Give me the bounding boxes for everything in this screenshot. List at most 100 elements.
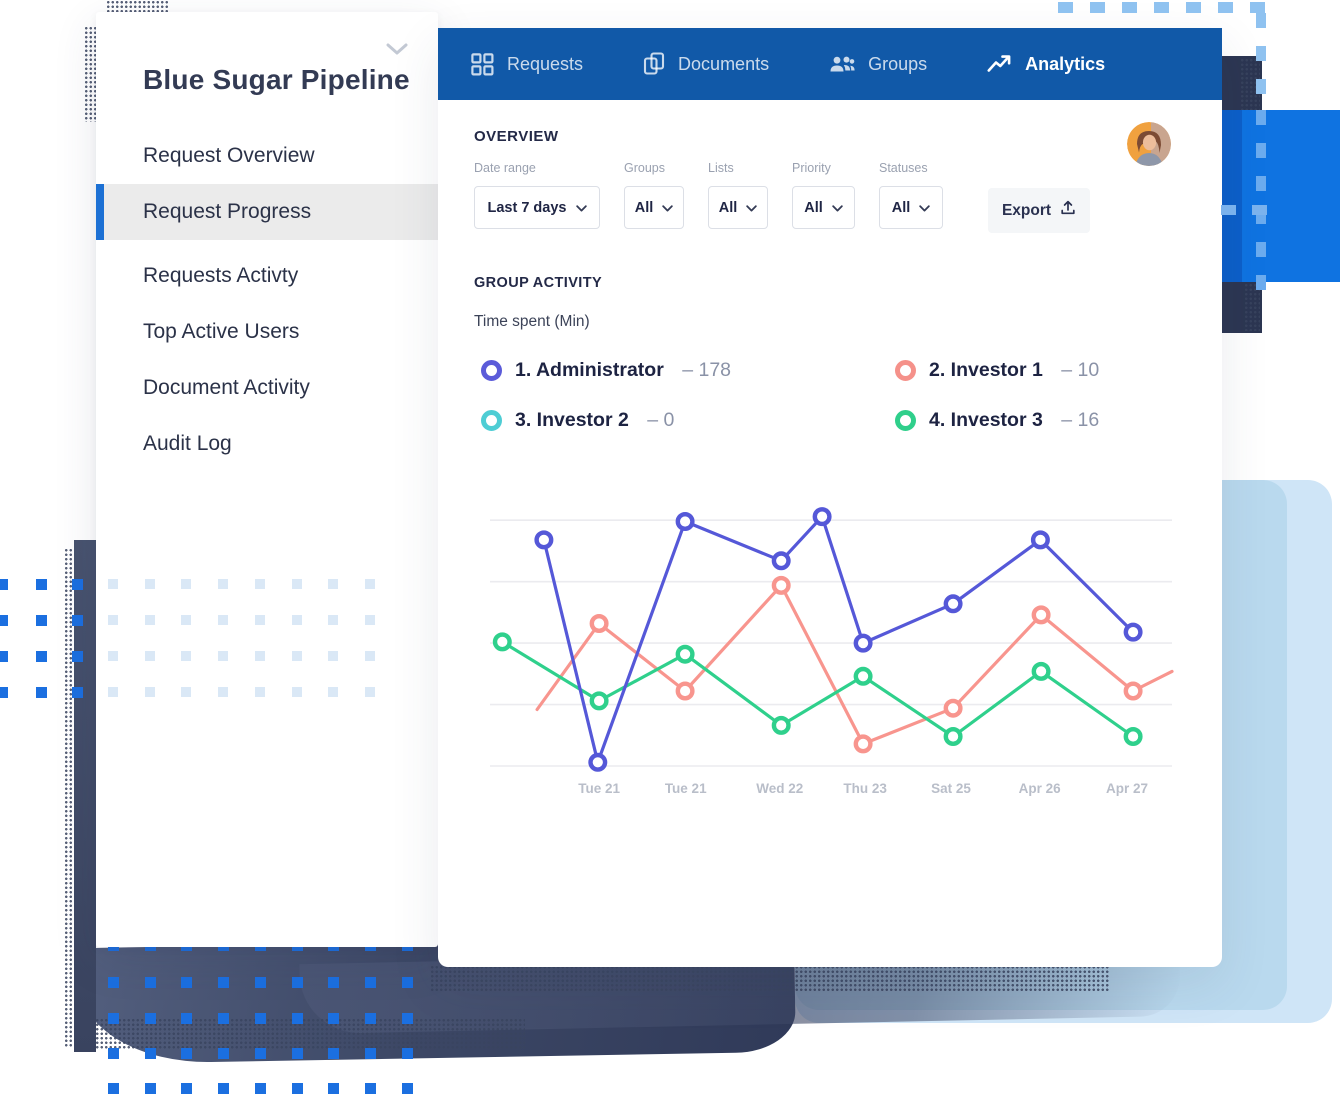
decor-dot	[402, 1048, 413, 1059]
legend-item-investor-1[interactable]: 2. Investor 1 – 10	[895, 350, 1225, 391]
sidebar-item-requests-activty[interactable]: Requests Activty	[96, 248, 438, 304]
legend-item-investor-3[interactable]: 4. Investor 3 – 16	[895, 400, 1225, 441]
decor-dot	[72, 579, 83, 590]
x-axis-label: Thu 23	[843, 781, 887, 796]
chart-dot-1-administrator	[815, 509, 830, 524]
grid-icon	[471, 53, 494, 76]
chart-dot-1-administrator	[856, 636, 871, 651]
chevron-down-icon	[832, 200, 843, 216]
decor-dot	[365, 977, 376, 988]
decor-halftone	[430, 965, 1110, 991]
decor-dot	[255, 579, 265, 589]
chart-dot-4-investor-3	[678, 647, 693, 662]
chart-dot-2-investor-1	[1034, 608, 1049, 623]
sidebar-menu: Request Overview Request Progress Requests…	[96, 128, 438, 472]
decor-dot	[365, 687, 375, 697]
decor-dot	[292, 1013, 303, 1024]
decor-dot	[0, 579, 8, 590]
chart-dot-2-investor-1	[774, 578, 789, 593]
filter-dropdown-date-range[interactable]: Last 7 days	[474, 186, 600, 229]
decor-dot	[292, 1083, 303, 1094]
chart-dot-4-investor-3	[774, 718, 789, 733]
filter-label: Priority	[792, 161, 855, 175]
chart-container: Tue 21Tue 21Wed 22Thu 23Sat 25Apr 26Apr …	[488, 490, 1174, 806]
group-activity-subtitle: Time spent (Min)	[474, 313, 590, 331]
x-axis-label: Apr 27	[1106, 781, 1148, 796]
tab-analytics[interactable]: Analytics	[987, 54, 1105, 75]
chart-dot-1-administrator	[537, 533, 552, 548]
decor-dot	[328, 687, 338, 697]
decor-halftone	[95, 1018, 525, 1050]
x-axis-label: Wed 22	[756, 781, 803, 796]
legend-item-administrator[interactable]: 1. Administrator – 178	[481, 350, 895, 391]
overview-heading: OVERVIEW	[474, 128, 559, 145]
decor-dot	[255, 1083, 266, 1094]
tab-requests[interactable]: Requests	[471, 53, 583, 76]
x-axis-label: Sat 25	[931, 781, 971, 796]
chart-dot-4-investor-3	[1034, 664, 1049, 679]
legend-value: – 10	[1056, 359, 1099, 382]
sidebar-item-request-progress[interactable]: Request Progress	[96, 184, 438, 240]
chart-dot-2-investor-1	[592, 616, 607, 631]
tab-label: Analytics	[1025, 54, 1105, 75]
filter-dropdown-lists[interactable]: All	[708, 186, 768, 229]
legend-name: 2. Investor 1	[929, 359, 1043, 382]
sidebar-item-label: Document Activity	[143, 376, 310, 400]
decor-dot	[108, 1048, 119, 1059]
chevron-down-icon	[662, 200, 673, 216]
legend-item-investor-2[interactable]: 3. Investor 2 – 0	[481, 400, 895, 441]
tab-groups[interactable]: Groups	[829, 54, 927, 75]
decor-dot	[181, 1083, 192, 1094]
decor-dot	[145, 579, 155, 589]
top-nav: Requests Documents Groups Analytics	[438, 28, 1222, 100]
filter-value: All	[804, 200, 823, 216]
sidebar-item-document-activity[interactable]: Document Activity	[96, 360, 438, 416]
avatar[interactable]	[1127, 122, 1171, 166]
decor-dot	[108, 1013, 119, 1024]
decor-dot	[255, 651, 265, 661]
decor-dot	[218, 651, 228, 661]
filter-label: Statuses	[879, 161, 943, 175]
decor-dot	[36, 579, 47, 590]
filter-dropdown-statuses[interactable]: All	[879, 186, 943, 229]
filter-priority: Priority All	[792, 161, 855, 229]
copy-icon	[643, 52, 665, 76]
decor-dot	[365, 1083, 376, 1094]
tab-label: Requests	[507, 54, 583, 75]
filter-bar: Date rangeLast 7 daysGroupsAllListsAllPr…	[474, 161, 943, 229]
sidebar-item-top-active-users[interactable]: Top Active Users	[96, 304, 438, 360]
decor-dot	[36, 651, 47, 662]
chevron-down-icon[interactable]	[386, 42, 408, 60]
decor-dot	[72, 615, 83, 626]
chart-dot-1-administrator	[1126, 625, 1141, 640]
tab-label: Documents	[678, 54, 769, 75]
x-axis-label: Tue 21	[578, 781, 620, 796]
decor-dot	[181, 977, 192, 988]
chart-dot-2-investor-1	[856, 737, 871, 752]
decor-dot	[292, 1048, 303, 1059]
decor-dot	[402, 1013, 413, 1024]
x-axis-label: Apr 26	[1019, 781, 1062, 796]
sidebar-item-label: Audit Log	[143, 432, 232, 456]
decor-dot	[255, 687, 265, 697]
decor-dot	[181, 615, 191, 625]
sidebar-item-audit-log[interactable]: Audit Log	[96, 416, 438, 472]
decor-dot	[365, 579, 375, 589]
legend-ring-icon	[895, 410, 916, 431]
tab-documents[interactable]: Documents	[643, 52, 769, 76]
decor-dot	[36, 615, 47, 626]
decor-dot	[292, 651, 302, 661]
filter-dropdown-priority[interactable]: All	[792, 186, 855, 229]
decor-bright-blue-rect	[1222, 110, 1340, 282]
decor-dot	[255, 615, 265, 625]
filter-dropdown-groups[interactable]: All	[624, 186, 684, 229]
filter-value: All	[719, 200, 738, 216]
chart-dot-1-administrator	[591, 755, 606, 770]
sidebar-item-label: Request Progress	[143, 200, 311, 224]
legend-ring-icon	[895, 360, 916, 381]
sidebar-item-request-overview[interactable]: Request Overview	[96, 128, 438, 184]
export-button[interactable]: Export	[988, 188, 1090, 233]
page: Blue Sugar Pipeline Request OverviewRequ…	[0, 0, 1340, 1094]
decor-dot	[328, 1083, 339, 1094]
decor-dot	[181, 651, 191, 661]
